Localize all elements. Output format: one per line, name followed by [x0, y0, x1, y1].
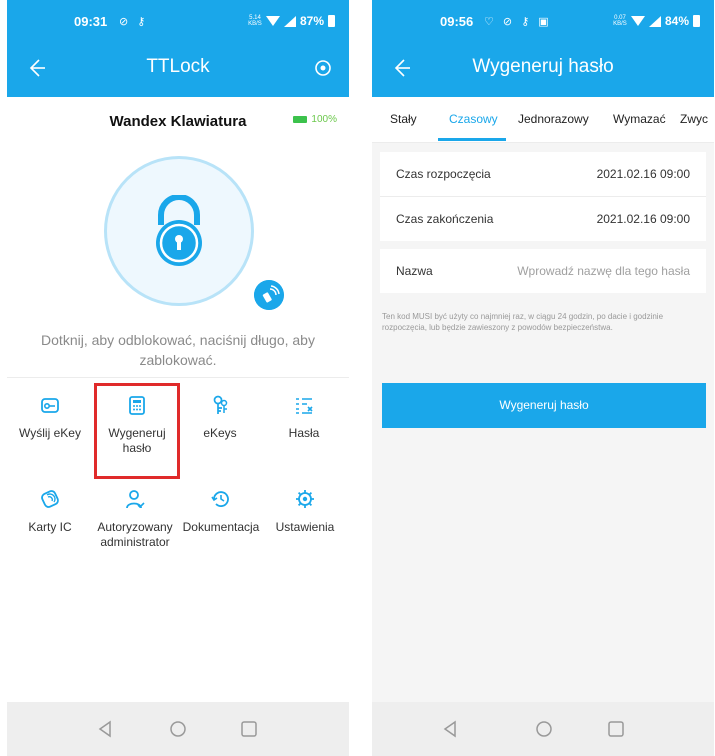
menu-label: Autoryzowany administrator: [97, 520, 173, 549]
signal-icon: [283, 15, 296, 27]
end-time-label: Czas zakończenia: [396, 212, 494, 226]
wifi-icon: [630, 16, 645, 26]
page-title: TTLock: [146, 56, 210, 77]
app-header: 09:31 ⊘ ⚷ 5.14 KB/S 87% TTLock: [7, 0, 349, 97]
name-row[interactable]: Nazwa Wprowadź nazwę dla tego hasła: [380, 249, 706, 293]
wifi-icon: [265, 16, 280, 26]
remote-unlock-icon[interactable]: [254, 280, 284, 310]
system-navbar: [7, 702, 349, 756]
nav-home-icon[interactable]: [535, 720, 553, 738]
highlight-box: [94, 383, 180, 479]
signal-icon: [648, 15, 661, 27]
history-clock-icon: [211, 491, 229, 507]
menu-label: Ustawienia: [275, 520, 335, 534]
passwords-list-icon: [296, 398, 313, 414]
validity-note: Ten kod MUSI być użyty co najmniej raz, …: [382, 312, 664, 332]
menu-ic-cards[interactable]: Karty IC: [8, 488, 92, 535]
menu-ekeys[interactable]: eKeys: [178, 394, 262, 441]
app-header: 09:56 ♡ ⊘ ⚷ ▣ 0.07 KB/S 84% Wygeneruj ha…: [372, 0, 714, 97]
lock-settings-icon[interactable]: [313, 58, 333, 78]
menu-label: Wyślij eKey: [19, 426, 81, 440]
password-type-tabs: Stały Czasowy Jednorazowy Wymazać Zwyc: [372, 97, 714, 143]
left-screen: 09:31 ⊘ ⚷ 5.14 KB/S 87% TTLock Wandex Kl…: [7, 0, 349, 756]
nav-recents-icon[interactable]: [607, 720, 625, 738]
end-time-row[interactable]: Czas zakończenia 2021.02.16 09:00: [380, 197, 706, 241]
status-time: 09:56: [440, 14, 474, 29]
page-title: Wygeneruj hasło: [472, 56, 614, 77]
padlock-icon[interactable]: [145, 195, 213, 267]
nav-back-icon[interactable]: [97, 720, 113, 738]
menu-documentation[interactable]: Dokumentacja: [179, 488, 263, 535]
nav-back-icon[interactable]: [442, 720, 458, 738]
nav-recents-icon[interactable]: [240, 720, 258, 738]
tab-wymazac[interactable]: Wymazać: [613, 112, 666, 126]
lock-battery: 100%: [293, 114, 337, 125]
status-right: 0.07 KB/S 84%: [613, 14, 700, 28]
network-speed: 5.14 KB/S: [248, 15, 262, 27]
admin-user-icon: [126, 490, 145, 509]
lock-battery-level: 100%: [311, 114, 337, 125]
start-time-label: Czas rozpoczęcia: [396, 167, 491, 181]
status-icons: ♡ ⊘ ⚷ ▣: [484, 16, 552, 28]
settings-gear-icon: [296, 490, 314, 508]
active-tab-indicator: [438, 138, 506, 141]
tab-staly[interactable]: Stały: [390, 112, 417, 126]
status-bar: 09:31 ⊘ ⚷ 5.14 KB/S 87%: [7, 0, 349, 42]
battery-icon: [328, 15, 335, 27]
menu-authorized-admin[interactable]: Autoryzowany administrator: [93, 488, 177, 550]
nav-home-icon[interactable]: [169, 720, 187, 738]
end-time-value: 2021.02.16 09:00: [596, 212, 690, 226]
menu-label: Karty IC: [28, 520, 72, 534]
status-icons: ⊘ ⚷: [119, 16, 149, 28]
network-speed: 0.07 KB/S: [613, 15, 627, 27]
menu-passwords[interactable]: Hasła: [262, 394, 346, 441]
right-screen: 09:56 ♡ ⊘ ⚷ ▣ 0.07 KB/S 84% Wygeneruj ha…: [372, 0, 714, 756]
name-input[interactable]: Wprowadź nazwę dla tego hasła: [517, 264, 690, 278]
start-time-row[interactable]: Czas rozpoczęcia 2021.02.16 09:00: [380, 152, 706, 196]
send-key-icon: [41, 398, 59, 413]
ekeys-icon: [213, 395, 228, 414]
battery-percent: 87%: [299, 14, 324, 28]
status-bar: 09:56 ♡ ⊘ ⚷ ▣ 0.07 KB/S 84%: [372, 0, 714, 42]
tab-zwykly[interactable]: Zwyc: [680, 112, 708, 126]
tab-jednorazowy[interactable]: Jednorazowy: [518, 112, 589, 126]
generate-password-button[interactable]: Wygeneruj hasło: [382, 383, 706, 428]
menu-settings[interactable]: Ustawienia: [263, 488, 347, 535]
ic-card-icon: [41, 490, 59, 508]
status-right: 5.14 KB/S 87%: [248, 14, 335, 28]
battery-bar-icon: [293, 116, 308, 123]
status-time: 09:31: [74, 14, 108, 29]
battery-percent: 84%: [664, 14, 689, 28]
menu-label: Hasła: [288, 426, 320, 440]
menu-send-ekey[interactable]: Wyślij eKey: [8, 394, 92, 441]
start-time-value: 2021.02.16 09:00: [596, 167, 690, 181]
system-navbar: [372, 702, 714, 756]
battery-icon: [693, 15, 700, 27]
name-label: Nazwa: [396, 264, 433, 278]
menu-label: Dokumentacja: [182, 520, 260, 534]
tab-czasowy[interactable]: Czasowy: [449, 112, 498, 126]
divider: [7, 377, 349, 378]
unlock-hint: Dotknij, aby odblokować, naciśnij długo,…: [41, 332, 315, 368]
menu-label: eKeys: [203, 426, 237, 440]
